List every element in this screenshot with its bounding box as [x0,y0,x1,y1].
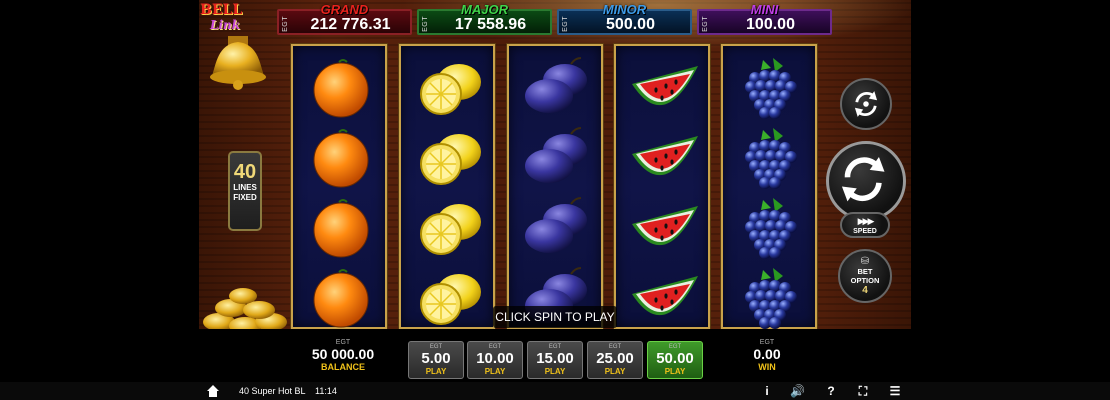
reel-2 [399,44,495,329]
autoplay-icon [854,91,878,117]
speed-label: SPEED [853,228,877,235]
bell-icon [210,36,266,90]
jackpot-mini: MINI EGT 100.00 [697,2,832,35]
bet-amount: 50.00 [656,350,694,367]
bet-play-label: PLAY [484,367,506,376]
balance-egt: EGT [335,339,351,346]
jackpot-mini-label: MINI [750,2,779,17]
grapes-icon [733,266,809,330]
orange-icon [303,196,379,260]
bet-option-value: 4 [862,285,868,296]
plum-icon [519,56,595,120]
info-icon[interactable]: i [760,384,774,398]
plum-icon [519,126,595,190]
lemon-icon [411,196,487,260]
lines-count: 40 [233,161,257,183]
orange-icon [303,56,379,120]
jackpot-minor-label: MINOR [602,2,647,17]
jackpot-grand: GRAND EGT 212 776.31 [277,2,412,35]
autoplay-button[interactable] [840,78,892,130]
logo-line2: Link [210,18,241,32]
footer-bar: 40 Super Hot BL 11:14 i 🔊 ? ⛶ ☰ [0,382,1110,400]
bottom-bar: EGT 50 000.00 BALANCE EGT 5.00 PLAY EGT 10.0… [199,329,911,382]
lemon-icon [411,56,487,120]
chips-icon: ⛁ [860,256,870,267]
bet-amount: 25.00 [596,350,634,367]
win-display: EGT 0.00 WIN [729,339,805,372]
bet-play-label: PLAY [425,367,447,376]
bet-amount: 5.00 [421,350,451,367]
win-egt: EGT [759,339,775,346]
jackpot-minor-value: 500.00 [606,16,655,33]
jackpot-major: MAJOR EGT 17 558.96 [417,2,552,35]
balance-label: BALANCE [321,362,365,372]
bet-play-label: PLAY [604,367,626,376]
balance-display: EGT 50 000.00 BALANCE [298,339,388,372]
reel-5 [721,44,817,329]
watermelon-icon [626,196,702,260]
menu-icon[interactable]: ☰ [888,384,902,398]
bet-button[interactable]: EGT 15.00 PLAY [527,341,583,379]
bet-play-label: PLAY [664,367,686,376]
bet-amount: 15.00 [536,350,574,367]
jackpot-minor: MINOR EGT 500.00 [557,2,692,35]
win-amount: 0.00 [753,346,781,362]
orange-icon [303,126,379,190]
fullscreen-icon[interactable]: ⛶ [856,384,870,398]
jackpot-mini-value: 100.00 [746,16,795,33]
reel-3 [507,44,603,329]
lines-fixed-label: FIXED [233,193,257,202]
bet-button[interactable]: EGT 5.00 PLAY [408,341,464,379]
fast-forward-icon: ▶▶▶ [857,216,875,226]
jackpot-grand-label: GRAND [320,2,369,17]
jackpot-grand-value: 212 776.31 [310,16,391,33]
speed-button[interactable]: ▶▶▶ SPEED [840,212,890,238]
watermelon-icon [626,56,702,120]
jackpot-minor-egt: EGT [562,16,569,32]
bet-button[interactable]: EGT 10.00 PLAY [467,341,523,379]
game-name: 40 Super Hot BL [239,386,306,396]
spin-hint: CLICK SPIN TO PLAY [493,306,617,328]
help-icon[interactable]: ? [824,384,838,398]
bet-button[interactable]: EGT 50.00 PLAY [647,341,703,379]
jackpot-major-label: MAJOR [461,2,508,17]
spin-icon [841,156,885,202]
bet-play-label: PLAY [544,367,566,376]
lemon-icon [411,266,487,330]
jackpot-major-value: 17 558.96 [454,16,527,33]
logo-line1: BELL [200,2,243,18]
clock: 11:14 [315,386,337,396]
reel-4 [614,44,710,329]
reel-1 [291,44,387,329]
game-screen: BELL Link GRAND EGT 212 776.31 MAJOR EGT… [0,0,1110,400]
grapes-icon [733,126,809,190]
sound-icon[interactable]: 🔊 [790,384,805,398]
bet-option-label: BET [857,267,873,276]
grapes-icon [733,56,809,120]
orange-icon [303,266,379,330]
jackpot-grand-egt: EGT [282,16,289,32]
lines-indicator: 40 LINES FIXED [228,151,262,231]
lines-label: LINES [233,183,257,192]
home-icon[interactable] [206,384,220,398]
bet-amount: 10.00 [476,350,514,367]
watermelon-icon [626,266,702,330]
bet-button[interactable]: EGT 25.00 PLAY [587,341,643,379]
bet-option-button[interactable]: ⛁ BET OPTION 4 [838,249,892,303]
bet-option-label2: OPTION [850,276,880,285]
lemon-icon [411,126,487,190]
balance-amount: 50 000.00 [311,346,375,362]
plum-icon [519,196,595,260]
win-label: WIN [758,362,776,372]
watermelon-icon [626,126,702,190]
spin-button[interactable] [826,141,906,221]
jackpot-major-egt: EGT [422,16,429,32]
jackpot-mini-egt: EGT [702,16,709,32]
grapes-icon [733,196,809,260]
